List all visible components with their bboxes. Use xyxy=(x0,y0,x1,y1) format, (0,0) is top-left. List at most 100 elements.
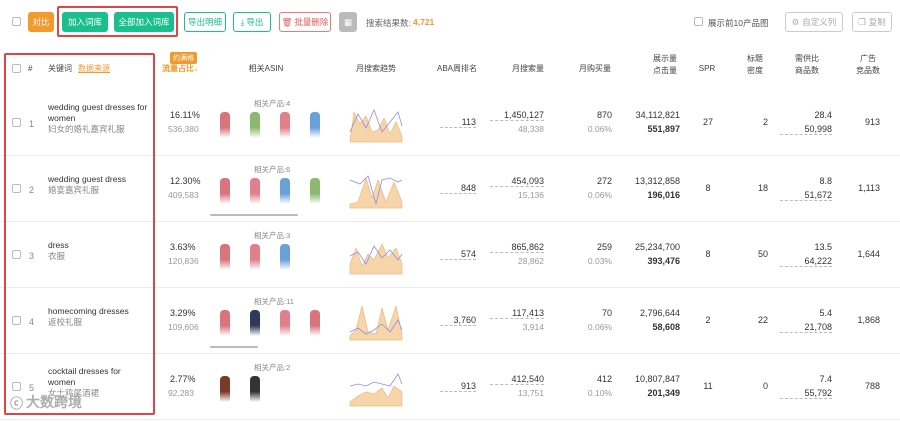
export-detail-button[interactable]: 导出明细 xyxy=(184,12,226,32)
product-thumbnail[interactable] xyxy=(310,310,320,336)
monthly-purchase-rate: 0.03% xyxy=(587,256,612,266)
aba-rank[interactable]: 913 xyxy=(440,381,476,392)
product-thumbnail[interactable] xyxy=(250,310,260,336)
monthly-purchase-rate: 0.10% xyxy=(587,388,612,398)
aba-rank[interactable]: 848 xyxy=(440,183,476,194)
product-thumbnail[interactable] xyxy=(310,112,320,138)
related-prefix: 相关产品: xyxy=(254,99,287,108)
traffic-share-sub: 409,583 xyxy=(168,190,199,200)
header-ad-l2[interactable]: 竞品数 xyxy=(848,66,888,76)
product-thumbnail[interactable] xyxy=(220,376,230,402)
show-top10-checkbox[interactable] xyxy=(694,17,703,26)
product-count[interactable]: 50,998 xyxy=(780,124,832,135)
monthly-purchase: 870 xyxy=(596,110,612,120)
supply-demand-ratio: 8.8 xyxy=(819,176,832,186)
related-products-label: 相关产品:11 xyxy=(254,296,294,307)
trend-sparkline[interactable] xyxy=(348,168,404,210)
show-top10-label: 展示前10产品图 xyxy=(708,18,769,28)
traffic-share-sub: 120,836 xyxy=(168,256,199,266)
ad-competitors: 1,868 xyxy=(857,315,880,325)
product-count[interactable]: 64,222 xyxy=(780,256,832,267)
batch-delete-button[interactable]: 🗑 批量删除 xyxy=(279,12,331,32)
header-supply-demand-l1[interactable]: 需供比 xyxy=(782,54,832,64)
header-title-density-l1[interactable]: 标题 xyxy=(740,54,770,64)
product-thumbnail[interactable] xyxy=(280,244,290,270)
calendar-icon[interactable]: ▦ xyxy=(339,12,357,32)
traffic-share-sub: 92,283 xyxy=(168,388,194,398)
header-title-density-l2[interactable]: 密度 xyxy=(740,66,770,76)
product-thumbnail[interactable] xyxy=(280,178,290,204)
header-aba-rank[interactable]: ABA周排名 xyxy=(432,64,482,74)
traffic-share: 3.29% xyxy=(170,308,196,318)
product-count[interactable]: 55,792 xyxy=(780,388,832,399)
spr: 2 xyxy=(705,315,711,325)
search-result-count: 4,721 xyxy=(413,17,435,27)
title-density: 2 xyxy=(762,117,768,127)
monthly-search[interactable]: 1,450,127 xyxy=(490,110,544,121)
compare-button[interactable]: 对比 xyxy=(28,12,54,32)
product-thumbnail[interactable] xyxy=(250,112,260,138)
custom-columns-button[interactable]: ⚙ 自定义列 xyxy=(785,12,843,32)
monthly-search[interactable]: 117,413 xyxy=(490,308,544,319)
impressions: 10,807,847 xyxy=(634,374,680,384)
export-label: 导出 xyxy=(246,17,264,27)
title-density: 0 xyxy=(762,381,768,391)
supply-demand-ratio: 13.5 xyxy=(814,242,832,252)
copy-button[interactable]: ❐ 复制 xyxy=(852,12,892,32)
related-count: 6 xyxy=(286,165,291,174)
product-thumbnail[interactable] xyxy=(310,178,320,204)
product-thumbnail[interactable] xyxy=(280,310,290,336)
thumbnail-scrollbar[interactable] xyxy=(210,214,298,216)
product-thumbnail[interactable] xyxy=(220,112,230,138)
watermark-logo-icon: ⓒ xyxy=(10,395,24,411)
monthly-search[interactable]: 865,862 xyxy=(490,242,544,253)
header-traffic-share[interactable]: 流量占比↓ xyxy=(162,64,198,74)
export-button[interactable]: ⤓ 导出 xyxy=(233,12,271,32)
header-ad-l1[interactable]: 广告 xyxy=(848,54,888,64)
clicks: 196,016 xyxy=(647,190,680,200)
header-impressions[interactable]: 展示量 xyxy=(640,54,690,64)
aba-rank[interactable]: 113 xyxy=(440,117,476,128)
thumbnail-scrollbar[interactable] xyxy=(210,346,258,348)
product-thumbnail[interactable] xyxy=(220,310,230,336)
ad-competitors: 913 xyxy=(864,117,880,127)
product-thumbnail[interactable] xyxy=(220,178,230,204)
product-count[interactable]: 51,672 xyxy=(780,190,832,201)
trend-sparkline[interactable] xyxy=(348,102,404,144)
trend-sparkline[interactable] xyxy=(348,366,404,408)
header-monthly-search[interactable]: 月搜索量 xyxy=(503,64,553,74)
product-thumbnail[interactable] xyxy=(250,244,260,270)
header-monthly-purchase[interactable]: 月购买量 xyxy=(570,64,620,74)
product-thumbnail[interactable] xyxy=(280,112,290,138)
related-count: 2 xyxy=(286,363,291,372)
aba-rank[interactable]: 574 xyxy=(440,249,476,260)
monthly-search[interactable]: 454,093 xyxy=(490,176,544,187)
supply-demand-ratio: 7.4 xyxy=(819,374,832,384)
supply-demand-ratio: 5.4 xyxy=(819,308,832,318)
traffic-share: 16.11% xyxy=(170,110,200,120)
monthly-purchase-rate: 0.06% xyxy=(587,190,612,200)
monthly-search[interactable]: 412,540 xyxy=(490,374,544,385)
product-thumbnail[interactable] xyxy=(250,178,260,204)
select-all-checkbox-top[interactable] xyxy=(12,17,21,26)
product-thumbnail[interactable] xyxy=(220,244,230,270)
download-icon: ⤓ xyxy=(240,16,245,27)
related-products-label: 相关产品:3 xyxy=(254,230,290,241)
header-supply-demand-l2[interactable]: 商品数 xyxy=(782,66,832,76)
ad-competitors: 1,113 xyxy=(858,183,880,193)
spr: 8 xyxy=(705,249,711,259)
clicks: 201,349 xyxy=(647,388,680,398)
product-thumbnail[interactable] xyxy=(250,376,260,402)
trend-sparkline[interactable] xyxy=(348,234,404,276)
trend-sparkline[interactable] xyxy=(348,300,404,342)
monthly-search-sub: 15,136 xyxy=(518,190,544,200)
related-products-label: 相关产品:6 xyxy=(254,164,290,175)
header-spr[interactable]: SPR xyxy=(692,64,722,74)
related-products-label: 相关产品:4 xyxy=(254,98,290,109)
header-clicks[interactable]: 点击量 xyxy=(640,66,690,76)
aba-rank[interactable]: 3,760 xyxy=(440,315,476,326)
traffic-share-sub: 536,380 xyxy=(168,124,199,134)
impressions: 34,112,821 xyxy=(635,110,680,120)
ad-competitors: 788 xyxy=(864,381,880,391)
product-count[interactable]: 21,708 xyxy=(780,322,832,333)
